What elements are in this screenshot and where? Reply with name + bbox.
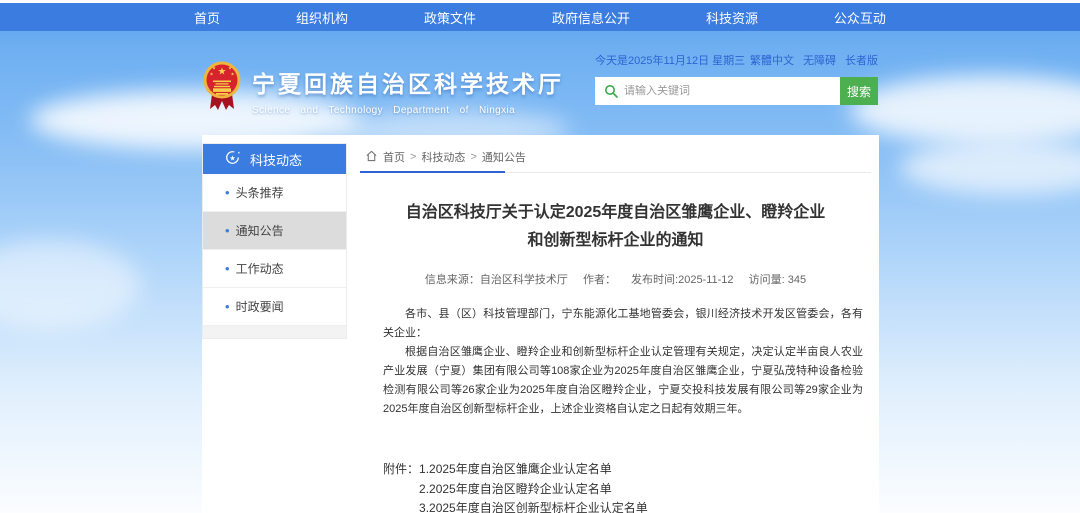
svg-text:★: ★: [218, 67, 227, 78]
article-publish-time: 发布时间:2025-11-12: [631, 274, 734, 286]
language-links: 繁體中文 无障碍 长者版: [750, 52, 878, 68]
sidebar-item-label: 通知公告: [236, 222, 284, 239]
article-paragraph: 根据自治区雏鹰企业、瞪羚企业和创新型标杆企业认定管理有关规定，决定认定半亩良人农…: [383, 343, 863, 419]
nav-item-government-info[interactable]: 政府信息公开: [536, 8, 646, 27]
sidebar-title: 科技动态: [250, 150, 302, 169]
star-circle-icon: ★: [225, 150, 240, 168]
svg-text:★: ★: [229, 154, 235, 162]
attachment-link-3[interactable]: 3.2025年度自治区创新型标杆企业认定名单: [419, 499, 648, 513]
bullet-icon: •: [225, 262, 230, 275]
link-traditional-chinese[interactable]: 繁體中文: [750, 52, 794, 68]
breadcrumb-separator: >: [470, 151, 476, 163]
header-right-panel: 今天是2025年11月12日 星期三 繁體中文 无障碍 长者版 搜索: [595, 52, 878, 105]
attachment-link-2[interactable]: 2.2025年度自治区瞪羚企业认定名单: [419, 480, 648, 499]
sidebar-item-work-news[interactable]: • 工作动态: [203, 250, 346, 288]
home-icon: [365, 150, 378, 165]
article-visit-count: 访问量: 345: [749, 274, 806, 286]
svg-text:★: ★: [212, 66, 216, 71]
search-icon: [604, 84, 618, 98]
sidebar-item-label: 头条推荐: [236, 184, 284, 201]
breadcrumb-divider-accent: [360, 171, 505, 173]
search-button[interactable]: 搜索: [840, 77, 878, 105]
article-meta: 信息来源：自治区科学技术厅 作者： 发布时间:2025-11-12 访问量: 3…: [360, 271, 871, 287]
article-body: 各市、县（区）科技管理部门，宁东能源化工基地管委会，银川经济技术开发区管委会，各…: [360, 305, 871, 418]
cloud-decoration: [0, 240, 140, 330]
attachment-link-1[interactable]: 1.2025年度自治区雏鹰企业认定名单: [419, 460, 648, 479]
bullet-icon: •: [225, 224, 230, 237]
svg-text:★: ★: [209, 72, 213, 77]
sidebar-item-notices[interactable]: • 通知公告: [203, 212, 346, 250]
sidebar-item-label: 时政要闻: [236, 298, 284, 315]
bullet-icon: •: [225, 300, 230, 313]
sidebar-header-tech-news[interactable]: ★ 科技动态: [203, 144, 346, 174]
top-navigation-bar: 首页 组织机构 政策文件 政府信息公开 科技资源 公众互动: [0, 3, 1080, 31]
national-emblem-icon: ★ ★ ★ ★ ★: [202, 57, 242, 115]
breadcrumb: 首页 > 科技动态 > 通知公告: [360, 143, 871, 171]
breadcrumb-divider: [360, 171, 871, 173]
sidebar-item-headlines[interactable]: • 头条推荐: [203, 174, 346, 212]
link-elderly-version[interactable]: 长者版: [845, 52, 878, 68]
bullet-icon: •: [225, 186, 230, 199]
sidebar-menu: ★ 科技动态 • 头条推荐 • 通知公告 • 工作动态 • 时政要闻: [202, 143, 347, 339]
current-date-text: 今天是2025年11月12日 星期三: [595, 52, 745, 68]
article-paragraph: 各市、县（区）科技管理部门，宁东能源化工基地管委会，银川经济技术开发区管委会，各…: [383, 305, 863, 343]
link-accessibility[interactable]: 无障碍: [803, 52, 836, 68]
svg-text:★: ★: [230, 72, 234, 77]
national-emblem-logo[interactable]: ★ ★ ★ ★ ★: [202, 57, 242, 120]
nav-item-home[interactable]: 首页: [178, 8, 236, 27]
breadcrumb-notices[interactable]: 通知公告: [482, 149, 526, 165]
nav-item-public-interaction[interactable]: 公众互动: [818, 8, 902, 27]
content-panel: ★ 科技动态 • 头条推荐 • 通知公告 • 工作动态 • 时政要闻: [202, 135, 879, 513]
nav-item-organization[interactable]: 组织机构: [280, 8, 364, 27]
page: 首页 组织机构 政策文件 政府信息公开 科技资源 公众互动 ★ ★ ★ ★ ★ …: [0, 0, 1080, 513]
sidebar-item-label: 工作动态: [236, 260, 284, 277]
site-name-english: Science and Technology Department of Nin…: [252, 105, 564, 116]
cloud-decoration: [900, 140, 1080, 195]
cloud-decoration: [850, 75, 1080, 145]
article-source: 信息来源：自治区科学技术厅: [425, 274, 568, 286]
sidebar-item-current-politics[interactable]: • 时政要闻: [203, 288, 346, 326]
article-area: 首页 > 科技动态 > 通知公告 自治区科技厅关于认定2025年度自治区雏鹰企业…: [360, 143, 871, 513]
nav-item-policy-documents[interactable]: 政策文件: [408, 8, 492, 27]
sidebar-footer: [203, 326, 346, 338]
attachments-block: 附件： 1.2025年度自治区雏鹰企业认定名单 2.2025年度自治区瞪羚企业认…: [360, 460, 871, 513]
article-title-line1: 自治区科技厅关于认定2025年度自治区雏鹰企业、瞪羚企业: [388, 199, 843, 227]
site-title-block: 宁夏回族自治区科学技术厅 Science and Technology Depa…: [252, 65, 564, 116]
breadcrumb-home[interactable]: 首页: [383, 149, 405, 165]
search-input[interactable]: [624, 85, 840, 97]
article-title: 自治区科技厅关于认定2025年度自治区雏鹰企业、瞪羚企业 和创新型标杆企业的通知: [360, 199, 871, 255]
site-name-chinese: 宁夏回族自治区科学技术厅: [252, 65, 564, 99]
article-author: 作者：: [583, 274, 616, 286]
article-title-line2: 和创新型标杆企业的通知: [388, 227, 843, 255]
search-bar: 搜索: [595, 77, 878, 105]
attachments-label: 附件：: [383, 460, 419, 513]
breadcrumb-tech-news[interactable]: 科技动态: [421, 149, 465, 165]
breadcrumb-separator: >: [410, 151, 416, 163]
nav-item-tech-resources[interactable]: 科技资源: [690, 8, 774, 27]
svg-text:★: ★: [228, 66, 232, 71]
